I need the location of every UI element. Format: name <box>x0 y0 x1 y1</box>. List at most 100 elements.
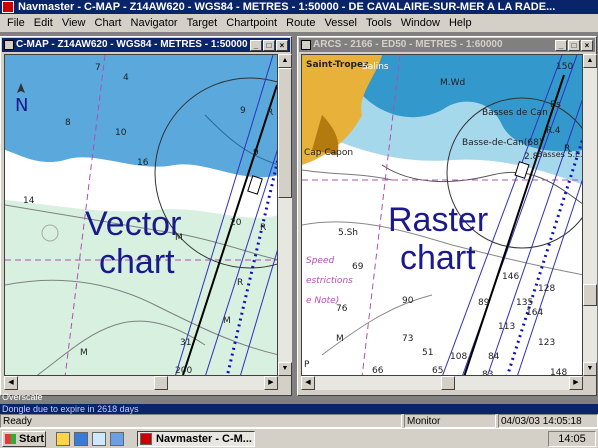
mdi-workspace: C-MAP - Z14AW620 - WGS84 - METRES - 1:50… <box>0 32 598 406</box>
close-button[interactable]: × <box>276 40 288 51</box>
scroll-right-button[interactable]: ▶ <box>264 376 278 390</box>
svg-text:16: 16 <box>137 158 149 168</box>
menu-tools[interactable]: Tools <box>363 14 395 32</box>
raster-chart-window[interactable]: ARCS - 2166 - ED50 - METRES - 1:60000 _ … <box>297 36 597 396</box>
chart-note: Bs <box>550 100 561 110</box>
menu-vessel[interactable]: Vessel <box>322 14 360 32</box>
svg-text:7: 7 <box>95 63 101 73</box>
vector-horizontal-scrollbar[interactable]: ◀ ▶ <box>4 376 278 390</box>
scroll-down-button[interactable]: ▼ <box>583 362 597 376</box>
scroll-thumb[interactable] <box>441 376 455 390</box>
svg-text:10: 10 <box>115 128 127 138</box>
scroll-down-button[interactable]: ▼ <box>278 362 292 376</box>
sounding: 73 <box>402 334 413 344</box>
quick-launch-desktop-icon[interactable] <box>56 432 70 446</box>
system-clock: 14:05 <box>548 431 596 447</box>
sounding: 76 <box>336 304 348 314</box>
vector-vertical-scrollbar[interactable]: ▲ ▼ <box>278 54 292 376</box>
document-icon <box>301 40 311 50</box>
scroll-thumb[interactable] <box>278 68 292 198</box>
menu-view[interactable]: View <box>59 14 89 32</box>
svg-text:14: 14 <box>23 196 35 206</box>
place-label: Basse-de-Can(68) <box>462 138 542 148</box>
maximize-button[interactable]: □ <box>263 40 275 51</box>
status-bar: Ready Monitor 04/03/03 14:05:18 <box>0 414 598 428</box>
place-label: Basses de Can <box>482 108 548 118</box>
menu-navigator[interactable]: Navigator <box>128 14 181 32</box>
svg-text:N: N <box>15 95 28 116</box>
overscale-label: Overscale <box>2 392 43 402</box>
raster-window-title-bar[interactable]: ARCS - 2166 - ED50 - METRES - 1:60000 _ … <box>299 38 595 52</box>
menu-help[interactable]: Help <box>446 14 475 32</box>
scroll-left-button[interactable]: ◀ <box>4 376 18 390</box>
menu-window[interactable]: Window <box>398 14 443 32</box>
svg-text:M: M <box>80 348 88 358</box>
quick-launch-browser-icon[interactable] <box>74 432 88 446</box>
vector-window-title: C-MAP - Z14AW620 - WGS84 - METRES - 1:50… <box>16 39 248 50</box>
navmaster-icon <box>140 433 152 445</box>
document-icon <box>4 40 14 50</box>
scroll-up-button[interactable]: ▲ <box>583 54 597 68</box>
taskbar: Start Navmaster - C-M... 14:05 <box>0 428 598 448</box>
vector-overlay-line1: Vector <box>85 205 181 243</box>
menu-chart[interactable]: Chart <box>92 14 125 32</box>
app-icon <box>2 1 14 13</box>
minimize-button[interactable]: _ <box>555 40 567 51</box>
vector-window-title-bar[interactable]: C-MAP - Z14AW620 - WGS84 - METRES - 1:50… <box>2 38 290 52</box>
sounding: 135 <box>516 298 533 308</box>
sounding: 108 <box>450 352 467 362</box>
vector-overlay-line2: chart <box>99 243 175 281</box>
sounding: 148 <box>550 368 567 376</box>
minimize-button[interactable]: _ <box>250 40 262 51</box>
sounding: 128 <box>538 284 555 294</box>
place-label: Basses S.E. de Can <box>537 150 583 159</box>
scroll-right-button[interactable]: ▶ <box>569 376 583 390</box>
menu-edit[interactable]: Edit <box>31 14 56 32</box>
chart-note: estrictions <box>306 276 353 286</box>
status-datetime: 04/03/03 14:05:18 <box>498 414 598 428</box>
status-message: Ready <box>0 414 402 428</box>
place-label: Cap Capon <box>304 148 353 158</box>
chart-note: M.Wd <box>440 78 465 88</box>
chart-note: 5.Sh <box>338 228 358 238</box>
chart-note: e Note) <box>306 296 339 306</box>
scroll-thumb[interactable] <box>154 376 168 390</box>
menu-target[interactable]: Target <box>184 14 221 32</box>
windows-logo-icon <box>5 434 16 444</box>
vector-chart-window[interactable]: C-MAP - Z14AW620 - WGS84 - METRES - 1:50… <box>0 36 292 396</box>
app-title-bar: Navmaster - C-MAP - Z14AW620 - WGS84 - M… <box>0 0 598 14</box>
menu-route[interactable]: Route <box>283 14 318 32</box>
raster-chart-canvas[interactable]: Saint-Tropez Salins Basses de Can Basse-… <box>301 54 583 376</box>
raster-overlay-line1: Raster <box>388 201 488 239</box>
raster-horizontal-scrollbar[interactable]: ◀ ▶ <box>301 376 583 390</box>
status-mode: Monitor <box>404 414 496 428</box>
scroll-left-button[interactable]: ◀ <box>301 376 315 390</box>
raster-overlay-line2: chart <box>400 239 476 277</box>
sounding: 113 <box>498 322 515 332</box>
maximize-button[interactable]: □ <box>568 40 580 51</box>
vector-chart-canvas[interactable]: N 7 4 10 8 16 9 9 14 20 RRM RMM 31 200 Vector c… <box>4 54 278 376</box>
dongle-ticker: Dongle due to expire in 2618 days <box>0 404 598 414</box>
sounding: 123 <box>538 338 555 348</box>
raster-vertical-scrollbar[interactable]: ▲ ▼ <box>583 54 597 376</box>
sounding: 164 <box>526 308 543 318</box>
svg-text:20: 20 <box>230 218 242 228</box>
start-button[interactable]: Start <box>2 431 46 447</box>
chart-note: P <box>304 360 310 370</box>
quick-launch-explorer-icon[interactable] <box>92 432 106 446</box>
svg-text:R: R <box>237 278 243 288</box>
svg-text:8: 8 <box>65 118 71 128</box>
sounding: 89 <box>478 298 490 308</box>
svg-text:R: R <box>260 223 266 233</box>
menu-chartpoint[interactable]: Chartpoint <box>223 14 280 32</box>
taskbar-item-navmaster[interactable]: Navmaster - C-M... <box>137 431 255 447</box>
raster-window-title: ARCS - 2166 - ED50 - METRES - 1:60000 <box>313 39 503 50</box>
taskbar-item-label: Navmaster - C-M... <box>156 433 252 445</box>
scroll-up-button[interactable]: ▲ <box>278 54 292 68</box>
quick-launch-outlook-icon[interactable] <box>110 432 124 446</box>
menu-file[interactable]: File <box>4 14 28 32</box>
chart-note: R.4 <box>546 126 561 136</box>
scroll-thumb[interactable] <box>583 284 597 306</box>
app-title: Navmaster - C-MAP - Z14AW620 - WGS84 - M… <box>18 1 556 13</box>
close-button[interactable]: × <box>581 40 593 51</box>
